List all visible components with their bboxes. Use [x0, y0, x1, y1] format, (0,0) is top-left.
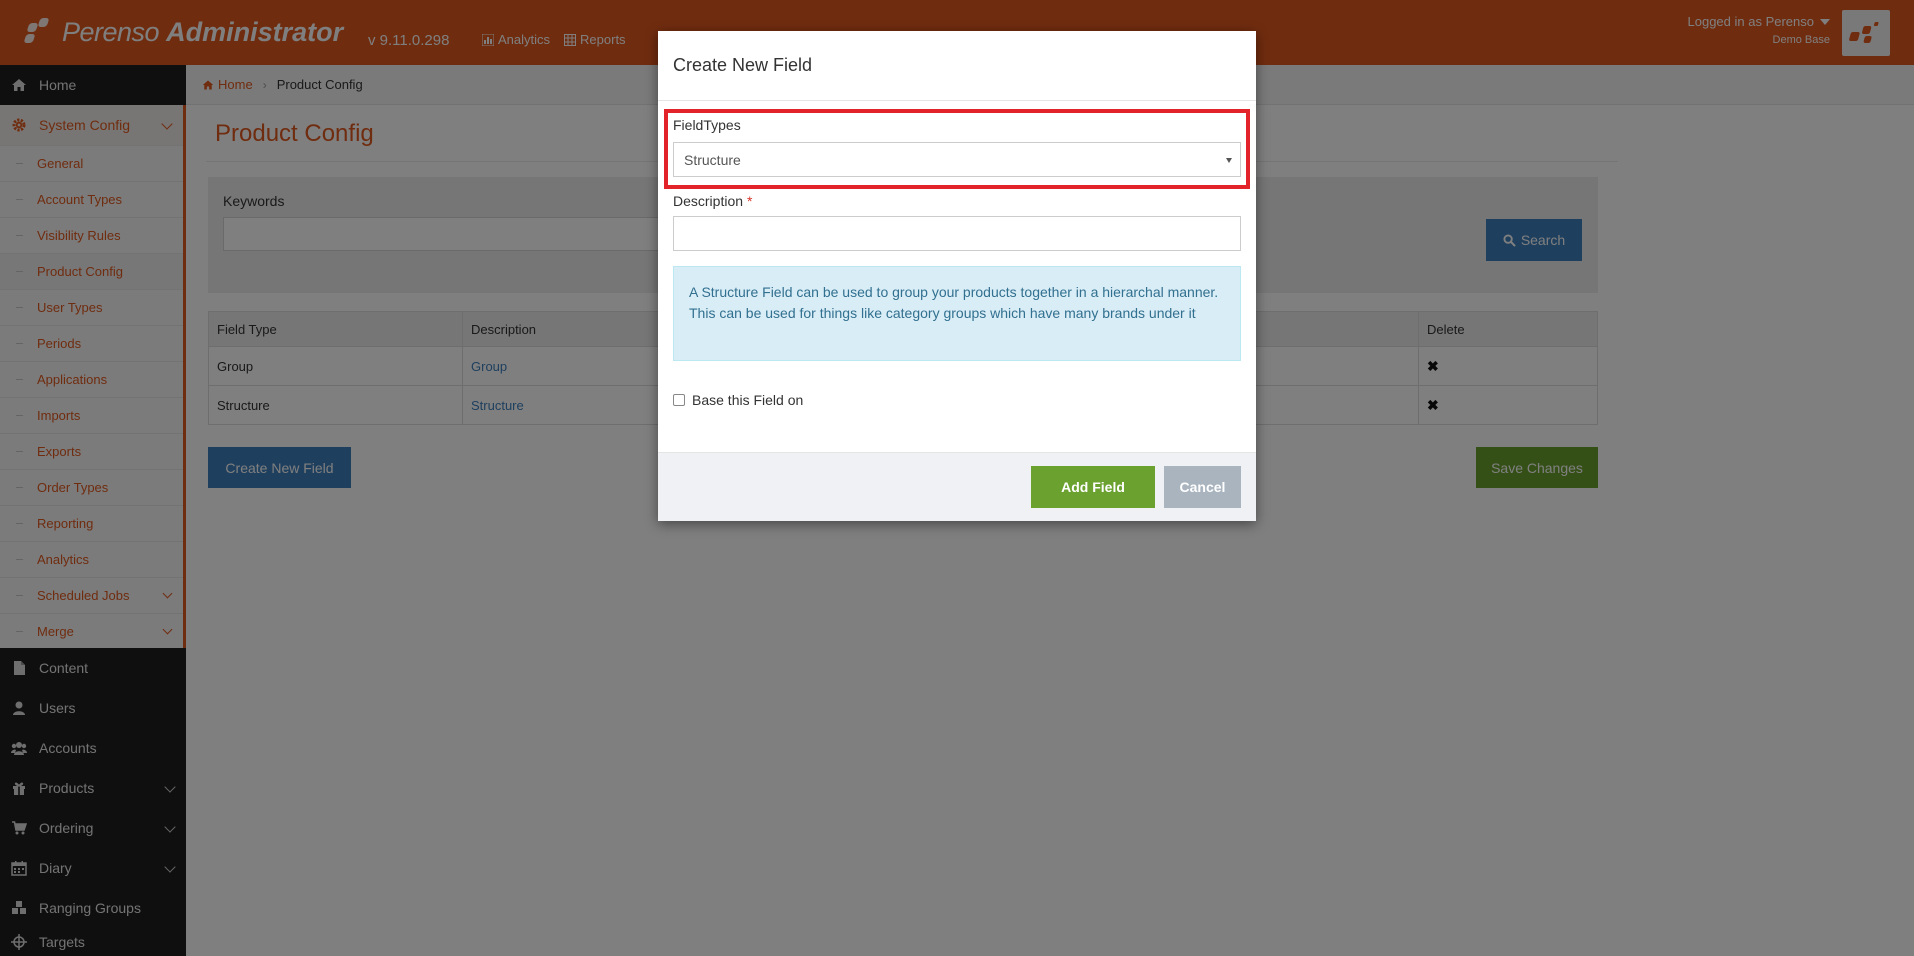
description-input[interactable]	[673, 216, 1241, 251]
description-label-text: Description	[673, 193, 744, 209]
base-field-option: Base this Field on	[673, 392, 803, 408]
create-field-dialog: Create New Field FieldTypes Structure De…	[658, 31, 1256, 521]
cancel-button[interactable]: Cancel	[1164, 466, 1241, 508]
fieldtypes-label: FieldTypes	[673, 117, 741, 133]
required-marker: *	[747, 193, 753, 209]
dropdown-arrow-icon	[1226, 158, 1232, 163]
fieldtypes-select[interactable]: Structure	[673, 142, 1241, 177]
description-label: Description *	[673, 193, 752, 209]
dialog-footer: Add Field Cancel	[658, 452, 1256, 521]
add-field-button[interactable]: Add Field	[1031, 466, 1155, 508]
base-field-checkbox[interactable]	[673, 394, 685, 406]
info-alert: A Structure Field can be used to group y…	[673, 266, 1241, 361]
fieldtypes-selected-value: Structure	[684, 151, 741, 168]
dialog-title: Create New Field	[658, 31, 1256, 101]
base-field-label: Base this Field on	[692, 392, 804, 408]
